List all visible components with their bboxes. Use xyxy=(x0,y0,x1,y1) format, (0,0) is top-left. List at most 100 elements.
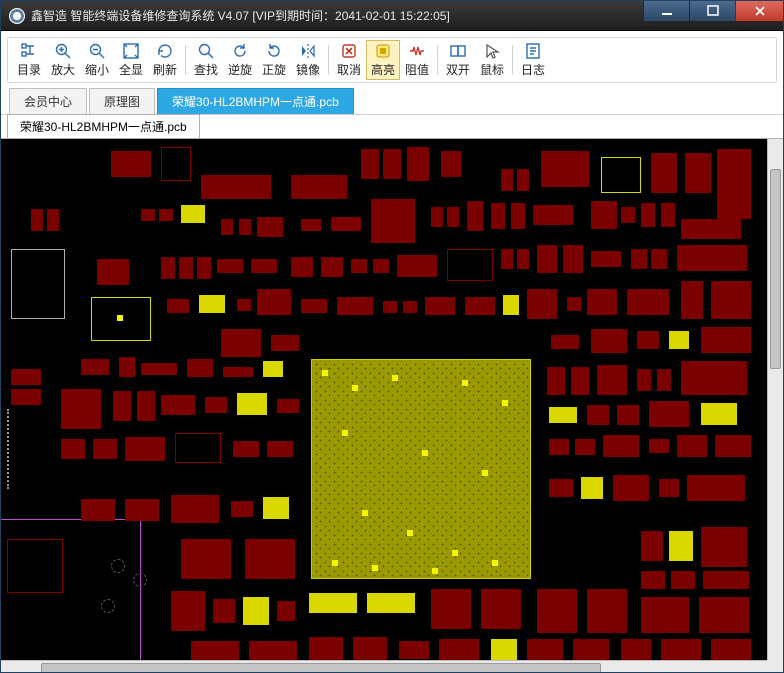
component[interactable] xyxy=(271,335,299,351)
component[interactable] xyxy=(685,153,711,193)
tool-mirror[interactable]: 镜像 xyxy=(291,40,325,80)
component[interactable] xyxy=(701,527,747,567)
component[interactable] xyxy=(213,599,235,623)
component[interactable] xyxy=(425,297,455,315)
component[interactable] xyxy=(711,639,751,661)
component[interactable] xyxy=(291,257,313,277)
component[interactable] xyxy=(161,147,191,181)
scroll-thumb[interactable] xyxy=(41,663,601,673)
connector-outline[interactable] xyxy=(7,539,63,593)
component[interactable] xyxy=(447,249,493,281)
component[interactable] xyxy=(373,259,389,273)
component[interactable] xyxy=(431,207,443,227)
component[interactable] xyxy=(533,205,573,225)
tool-log[interactable]: 日志 xyxy=(516,40,550,80)
component[interactable] xyxy=(447,207,459,227)
component[interactable] xyxy=(441,151,461,177)
component[interactable] xyxy=(591,201,617,229)
component[interactable] xyxy=(141,209,155,221)
component[interactable] xyxy=(257,217,283,237)
tool-zoom-out[interactable]: 缩小 xyxy=(80,40,114,80)
component[interactable] xyxy=(547,367,565,395)
component[interactable] xyxy=(649,401,689,427)
component[interactable] xyxy=(11,389,41,405)
component[interactable] xyxy=(81,499,115,521)
component[interactable] xyxy=(383,301,397,313)
component-highlight[interactable] xyxy=(701,403,737,425)
tool-highlight[interactable]: 高亮 xyxy=(366,40,400,80)
component[interactable] xyxy=(245,539,295,579)
component[interactable] xyxy=(541,151,589,187)
component[interactable] xyxy=(351,259,367,273)
close-button[interactable] xyxy=(735,1,783,21)
component[interactable] xyxy=(179,257,193,279)
component[interactable] xyxy=(549,439,569,455)
component[interactable] xyxy=(701,327,751,353)
component[interactable] xyxy=(321,257,343,277)
component[interactable] xyxy=(637,331,659,349)
component-highlight[interactable] xyxy=(263,361,283,377)
component[interactable] xyxy=(171,495,219,523)
component[interactable] xyxy=(371,199,415,243)
component[interactable] xyxy=(251,259,277,273)
component[interactable] xyxy=(621,639,651,661)
component[interactable] xyxy=(659,479,679,497)
tool-resistor[interactable]: 阻值 xyxy=(400,40,434,80)
component-highlight[interactable] xyxy=(263,497,289,519)
component[interactable] xyxy=(517,249,529,269)
horizontal-scrollbar[interactable] xyxy=(1,660,767,673)
component[interactable] xyxy=(181,539,231,579)
component[interactable] xyxy=(125,437,165,461)
component[interactable] xyxy=(407,147,429,181)
component[interactable] xyxy=(649,439,669,453)
component[interactable] xyxy=(301,219,321,231)
component[interactable] xyxy=(161,395,195,415)
component[interactable] xyxy=(221,219,233,235)
component[interactable] xyxy=(221,329,261,357)
component[interactable] xyxy=(681,219,741,239)
component[interactable] xyxy=(439,639,479,661)
component[interactable] xyxy=(657,369,671,391)
component[interactable] xyxy=(237,299,251,311)
component[interactable] xyxy=(467,201,483,231)
component[interactable] xyxy=(249,641,297,661)
component[interactable] xyxy=(167,299,189,313)
component[interactable] xyxy=(661,639,701,661)
component[interactable] xyxy=(677,245,747,271)
maximize-button[interactable] xyxy=(689,1,735,21)
vertical-scrollbar[interactable] xyxy=(767,139,783,660)
tool-rotate-cw[interactable]: 正旋 xyxy=(257,40,291,80)
component[interactable] xyxy=(651,153,677,193)
primary-tab[interactable]: 会员中心 xyxy=(9,88,87,114)
component[interactable] xyxy=(517,169,529,191)
component[interactable] xyxy=(331,217,361,231)
component[interactable] xyxy=(587,405,609,425)
tool-search[interactable]: 查找 xyxy=(189,40,223,80)
component[interactable] xyxy=(631,249,647,269)
component[interactable] xyxy=(527,289,557,319)
component[interactable] xyxy=(597,365,627,395)
component[interactable] xyxy=(567,297,581,311)
component[interactable] xyxy=(337,297,373,315)
component[interactable] xyxy=(671,571,695,589)
component[interactable] xyxy=(511,203,525,229)
component[interactable] xyxy=(563,245,583,273)
component[interactable] xyxy=(111,151,151,177)
component[interactable] xyxy=(397,255,437,277)
component-highlight[interactable] xyxy=(309,593,357,613)
component[interactable] xyxy=(301,299,327,313)
component[interactable] xyxy=(537,589,577,633)
component[interactable] xyxy=(47,209,59,231)
component-highlight[interactable] xyxy=(549,407,577,423)
component[interactable] xyxy=(233,441,259,457)
component[interactable] xyxy=(613,475,649,501)
component[interactable] xyxy=(571,367,589,395)
component[interactable] xyxy=(205,397,227,413)
component[interactable] xyxy=(197,257,211,279)
component[interactable] xyxy=(617,405,639,425)
component[interactable] xyxy=(61,439,85,459)
component[interactable] xyxy=(171,591,205,631)
component[interactable] xyxy=(239,219,251,235)
component[interactable] xyxy=(621,207,635,223)
component-highlight[interactable] xyxy=(181,205,205,223)
